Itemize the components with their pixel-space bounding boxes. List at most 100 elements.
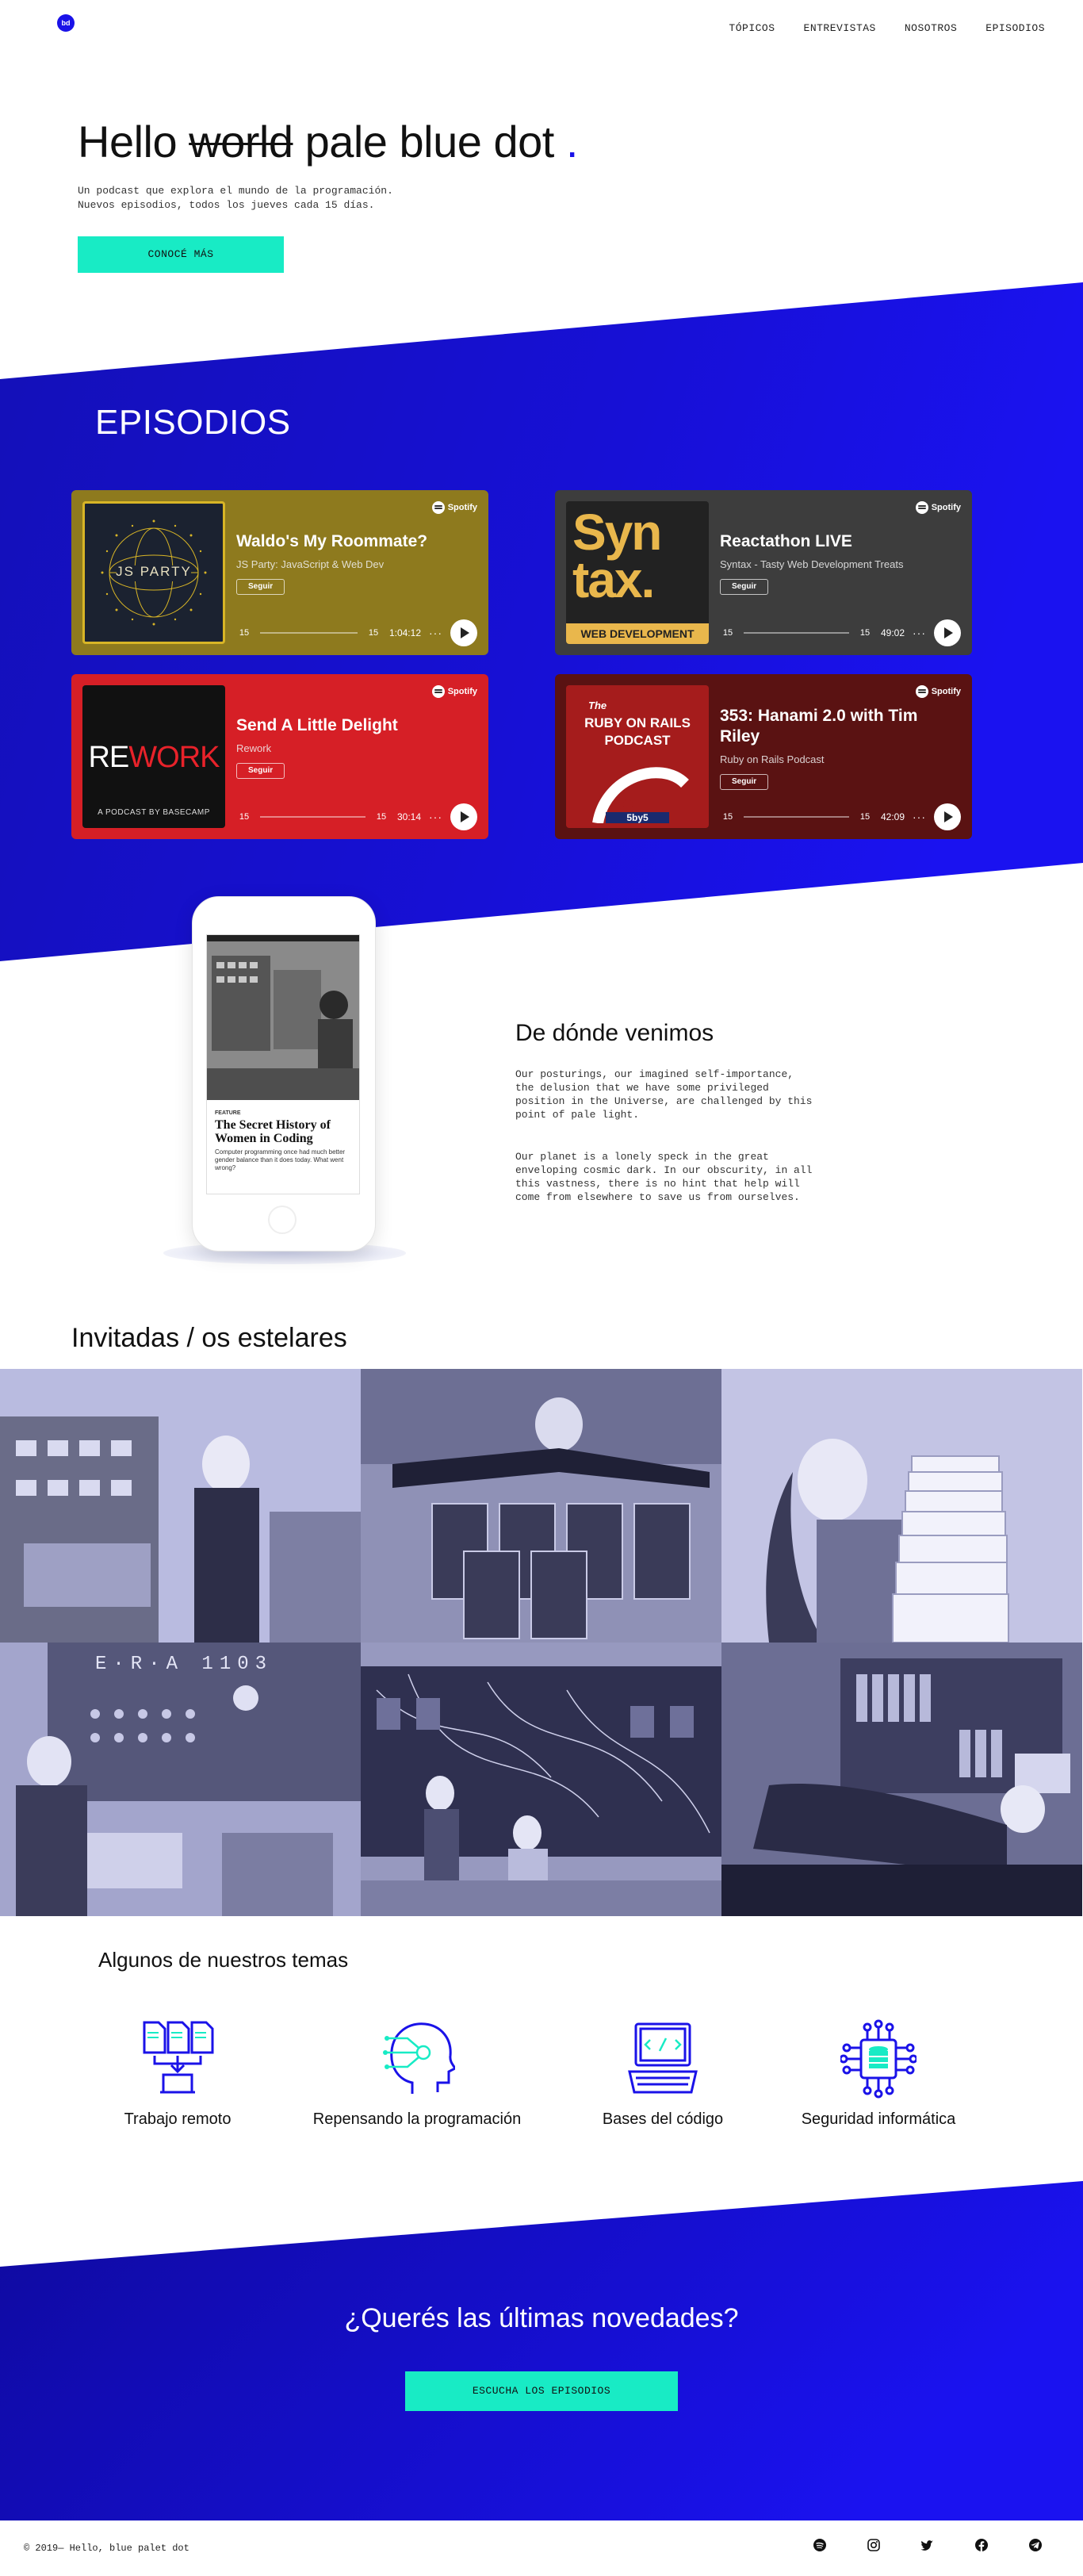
episode-cover[interactable]: Syn tax. WEB DEVELOPMENT xyxy=(566,501,709,644)
episode-title[interactable]: Waldo's My Roommate? xyxy=(236,531,474,552)
topic-item[interactable]: Bases del código xyxy=(544,2019,782,2129)
guest-photo[interactable] xyxy=(361,1643,721,1916)
more-options-button[interactable]: ··· xyxy=(913,811,926,823)
progress-bar[interactable] xyxy=(744,632,849,634)
progress-bar[interactable] xyxy=(260,816,365,818)
about-paragraph-2: Our planet is a lonely speck in the grea… xyxy=(515,1151,813,1203)
spotify-label: Spotify xyxy=(447,503,477,512)
phone-home-button xyxy=(268,1206,297,1234)
hero-title-dot: . xyxy=(565,117,579,167)
cover-text: A PODCAST BY BASECAMP xyxy=(98,808,210,817)
topic-item[interactable]: Trabajo remoto xyxy=(59,2019,297,2129)
guest-photo[interactable] xyxy=(0,1369,361,1643)
skip-back-button[interactable]: 15 xyxy=(720,628,736,638)
hero-title: Hello world pale blue dot . xyxy=(78,116,578,167)
episode-cover[interactable]: JS PARTY xyxy=(82,501,225,644)
cover-text: JS PARTY xyxy=(116,564,192,579)
nav-nosotros[interactable]: NOSOTROS xyxy=(905,22,957,34)
database-network-icon xyxy=(839,2019,918,2099)
skip-forward-button[interactable]: 15 xyxy=(365,628,381,638)
cover-text: WEB DEVELOPMENT xyxy=(566,623,709,644)
cover-text: The xyxy=(588,700,607,711)
topic-label: Trabajo remoto xyxy=(124,2110,232,2128)
instagram-icon[interactable] xyxy=(867,2538,881,2552)
follow-button[interactable]: Seguir xyxy=(720,579,769,595)
footer-copyright: © 2019— Hello, blue palet dot xyxy=(24,2543,189,2554)
spotify-label: Spotify xyxy=(931,503,961,512)
progress-bar[interactable] xyxy=(260,632,358,634)
twitter-icon[interactable] xyxy=(920,2538,935,2552)
skip-back-button[interactable]: 15 xyxy=(236,812,252,822)
hero-subtitle: Un podcast que explora el mundo de la pr… xyxy=(78,185,393,211)
telegram-icon[interactable] xyxy=(1028,2538,1043,2552)
spotify-badge[interactable]: Spotify xyxy=(915,501,961,514)
player-controls: 15 15 49:02 ··· xyxy=(720,619,961,646)
cover-text: REWORK xyxy=(82,741,225,775)
episode-show[interactable]: Rework xyxy=(236,742,271,754)
episode-card: Syn tax. WEB DEVELOPMENT Spotify Reactat… xyxy=(555,490,972,655)
skip-forward-button[interactable]: 15 xyxy=(373,812,389,822)
episode-duration: 49:02 xyxy=(880,627,905,638)
hero-title-pale: pale blue dot xyxy=(304,117,555,167)
more-options-button[interactable]: ··· xyxy=(913,627,926,639)
guest-photo-art xyxy=(361,1643,721,1916)
phone-screen: FEATURE The Secret History of Women in C… xyxy=(206,934,360,1194)
phone-headline: The Secret History of Women in Coding xyxy=(215,1118,331,1145)
episode-show[interactable]: JS Party: JavaScript & Web Dev xyxy=(236,558,384,570)
listen-episodes-button[interactable]: ESCUCHA LOS EPISODIOS xyxy=(405,2371,678,2411)
episode-duration: 1:04:12 xyxy=(388,627,421,638)
episode-title[interactable]: Send A Little Delight xyxy=(236,715,474,736)
episodes-title: EPISODIOS xyxy=(95,403,291,442)
play-button[interactable] xyxy=(450,619,477,646)
episode-title[interactable]: Reactathon LIVE xyxy=(720,531,958,552)
more-options-button[interactable]: ··· xyxy=(429,811,442,823)
play-button[interactable] xyxy=(934,803,961,830)
about-title: De dónde venimos xyxy=(515,1020,714,1046)
facebook-icon[interactable] xyxy=(974,2538,989,2552)
remote-work-icon xyxy=(143,2021,214,2094)
spotify-badge[interactable]: Spotify xyxy=(431,501,477,514)
progress-bar[interactable] xyxy=(744,816,849,818)
skip-back-button[interactable]: 15 xyxy=(236,628,252,638)
topic-item[interactable]: Repensando la programación xyxy=(298,2019,536,2129)
spotify-badge[interactable]: Spotify xyxy=(431,685,477,698)
episode-show[interactable]: Ruby on Rails Podcast xyxy=(720,753,825,765)
play-button[interactable] xyxy=(934,619,961,646)
cover-text: RUBY ON RAILS xyxy=(584,715,691,730)
episode-title[interactable]: 353: Hanami 2.0 with Tim Riley xyxy=(720,706,958,747)
phone-deck: Computer programming once had much bette… xyxy=(215,1148,346,1171)
episode-cover[interactable]: REWORK A PODCAST BY BASECAMP xyxy=(82,685,225,828)
guest-photo[interactable]: E·R·A 1103 xyxy=(0,1643,361,1916)
site-logo[interactable]: bd xyxy=(57,14,75,32)
episode-show[interactable]: Syntax - Tasty Web Development Treats xyxy=(720,558,903,570)
topic-label: Seguridad informática xyxy=(801,2110,956,2128)
spotify-icon[interactable] xyxy=(813,2538,827,2552)
cover-text: Syn xyxy=(572,504,662,561)
follow-button[interactable]: Seguir xyxy=(236,763,285,779)
skip-forward-button[interactable]: 15 xyxy=(857,628,873,638)
nav-topicos[interactable]: TÓPICOS xyxy=(729,22,775,34)
guest-photo[interactable] xyxy=(361,1369,721,1643)
topic-label: Bases del código xyxy=(602,2110,724,2128)
episode-duration: 42:09 xyxy=(880,811,905,822)
nav-entrevistas[interactable]: ENTREVISTAS xyxy=(804,22,876,34)
skip-back-button[interactable]: 15 xyxy=(720,812,736,822)
player-controls: 15 15 1:04:12 ··· xyxy=(236,619,477,646)
learn-more-button[interactable]: CONOCÉ MÁS xyxy=(78,236,284,273)
episode-card: JS PARTY Spotify Waldo's My Roommate? JS… xyxy=(71,490,488,655)
guest-photo[interactable] xyxy=(721,1369,1082,1643)
background-bands xyxy=(0,282,1083,2520)
guest-photo-art xyxy=(0,1643,361,1916)
follow-button[interactable]: Seguir xyxy=(720,774,769,790)
spotify-badge[interactable]: Spotify xyxy=(915,685,961,698)
more-options-button[interactable]: ··· xyxy=(429,627,442,639)
topic-item[interactable]: Seguridad informática xyxy=(760,2019,997,2129)
nav-episodios[interactable]: EPISODIOS xyxy=(985,22,1045,34)
skip-forward-button[interactable]: 15 xyxy=(857,812,873,822)
follow-button[interactable]: Seguir xyxy=(236,579,285,595)
play-button[interactable] xyxy=(450,803,477,830)
guest-photo[interactable] xyxy=(721,1643,1082,1916)
episode-cover[interactable]: The RUBY ON RAILS PODCAST 5by5 xyxy=(566,685,709,828)
cta-title: ¿Querés las últimas novedades? xyxy=(344,2303,739,2333)
head-circuit-icon xyxy=(383,2022,457,2094)
